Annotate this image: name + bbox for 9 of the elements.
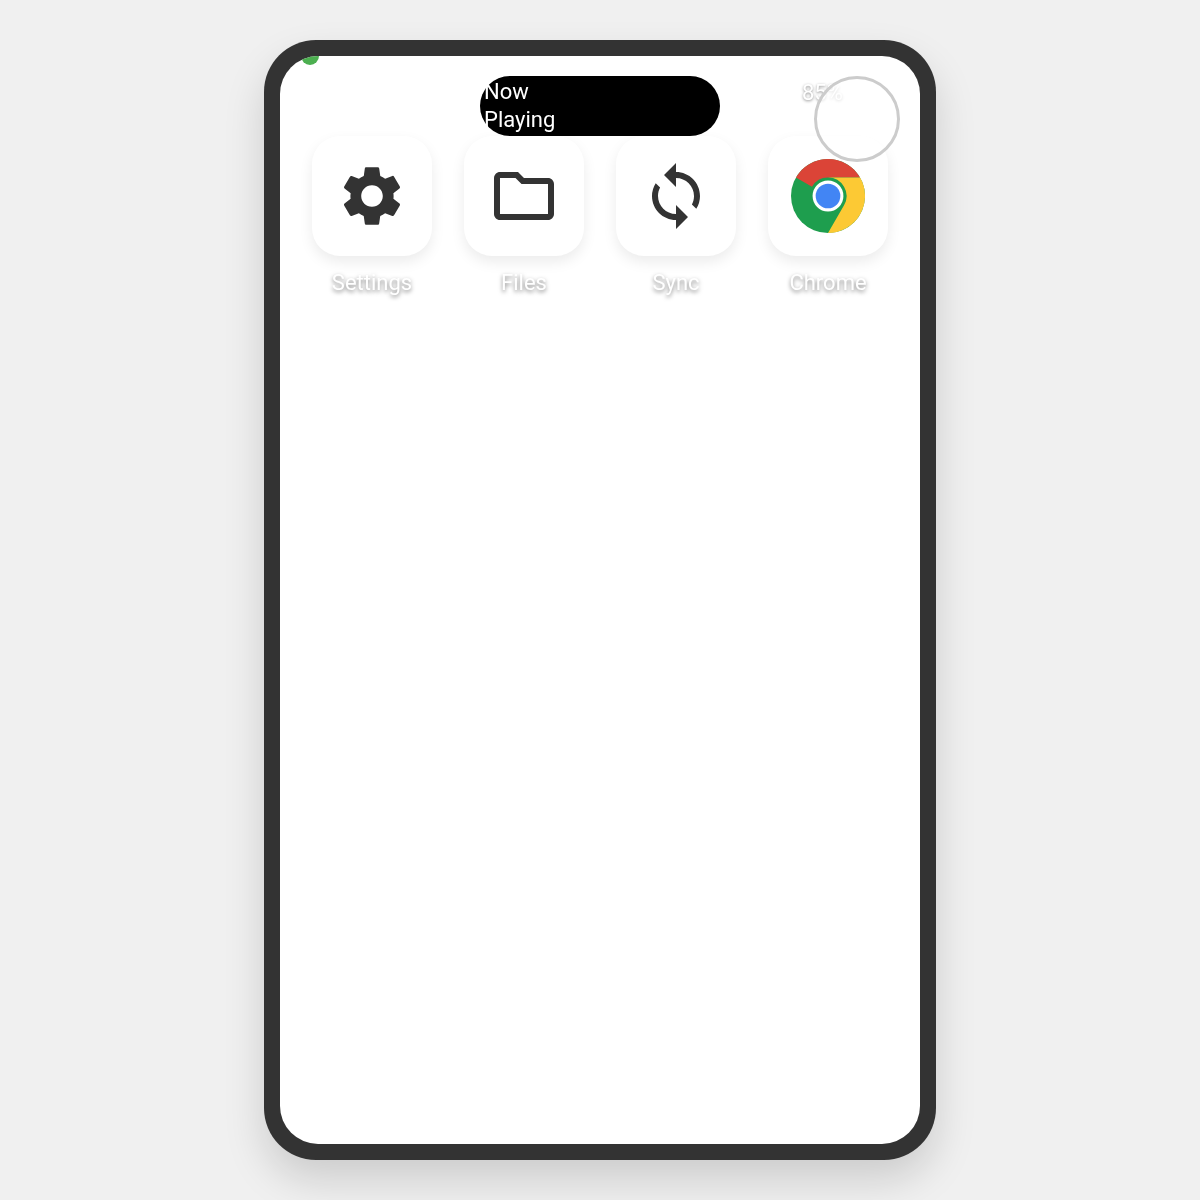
- app-icon-tile[interactable]: [464, 136, 584, 256]
- island-text: Now Playing: [483, 78, 557, 134]
- app-icon-tile[interactable]: [312, 136, 432, 256]
- chrome-logo-icon: [791, 159, 865, 233]
- app-icon-tile[interactable]: [616, 136, 736, 256]
- app-label: Settings: [331, 266, 413, 299]
- dynamic-island[interactable]: Now Playing: [480, 76, 720, 136]
- app-label: Chrome: [789, 269, 867, 297]
- app-label: Files: [501, 269, 547, 297]
